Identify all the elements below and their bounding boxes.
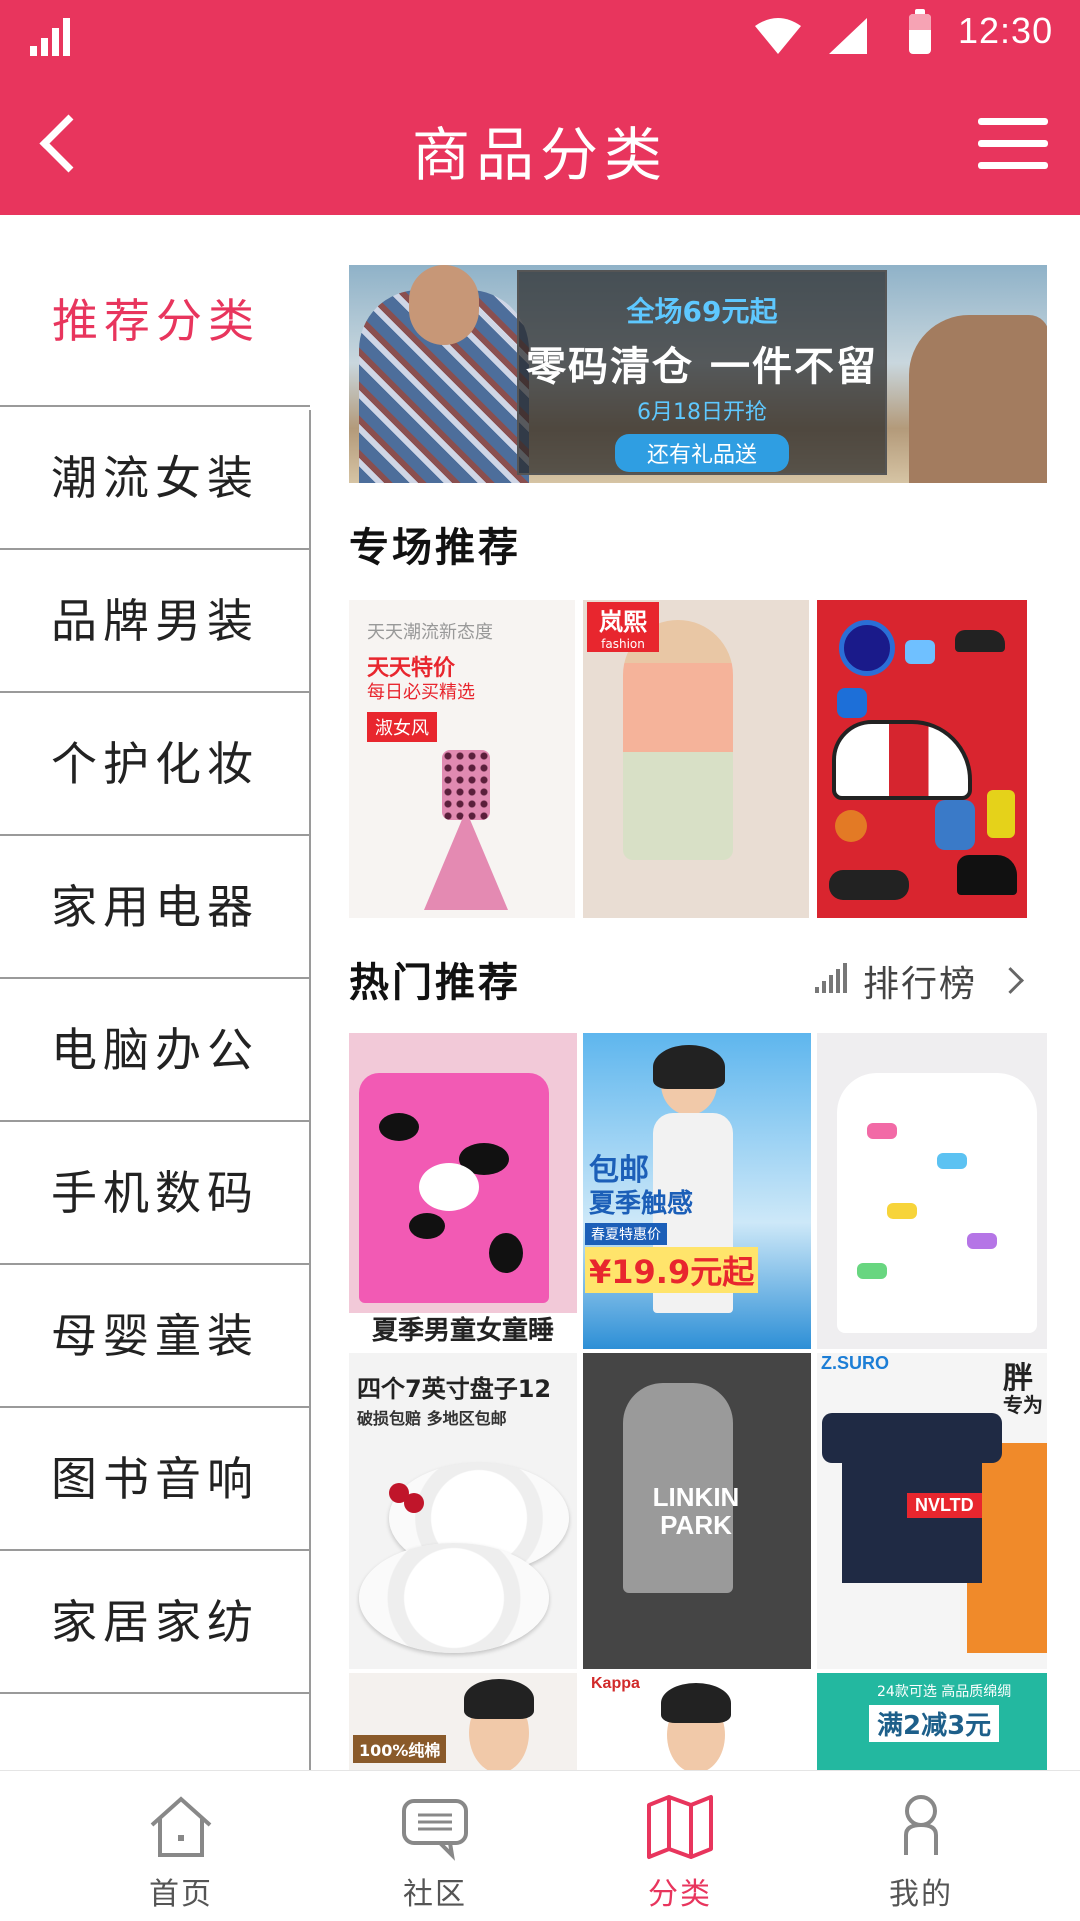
dress-image xyxy=(424,750,508,910)
banner-badge: 还有礼品送 xyxy=(614,434,789,472)
promo-banner[interactable]: 全场69元起 零码清仓 一件不留 6月18日开抢 还有礼品送 xyxy=(349,265,1047,483)
chat-icon xyxy=(402,1799,468,1861)
sidebar-item[interactable]: 家用电器 xyxy=(0,834,310,977)
sidebar-item[interactable]: 手机数码 xyxy=(0,1120,310,1263)
banner-text-panel: 全场69元起 零码清仓 一件不留 6月18日开抢 还有礼品送 xyxy=(517,270,887,475)
sidebar-item[interactable]: 品牌男装 xyxy=(0,548,310,691)
status-bar: 12:30 xyxy=(0,0,1080,72)
hot-tile-promo[interactable]: 24款可选 高品质绵绸 满2减3元 xyxy=(817,1673,1047,1770)
category-sidebar: 推荐分类 潮流女装 品牌男装 个护化妆 家用电器 电脑办公 手机数码 母婴童装 … xyxy=(0,215,312,1770)
wifi-icon xyxy=(755,18,801,54)
sidebar-item[interactable]: 潮流女装 xyxy=(0,405,310,548)
hot-tile-bow-top[interactable] xyxy=(817,1033,1047,1349)
tab-home[interactable]: 首页 xyxy=(46,1771,316,1921)
map-icon xyxy=(647,1795,713,1859)
watch-image xyxy=(839,620,895,676)
bottom-nav: 首页 社区 分类 我的 xyxy=(0,1770,1080,1921)
app-header: 12:30 商品分类 xyxy=(0,0,1080,215)
hot-tile-kids-pajama[interactable]: 包邮 夏季触感 春夏特惠价 ¥19.9元起 xyxy=(583,1033,811,1349)
tab-home-label: 首页 xyxy=(149,1877,213,1912)
tab-community[interactable]: 社区 xyxy=(300,1771,570,1921)
model-image xyxy=(623,620,733,860)
hot-section-title: 热门推荐 xyxy=(349,960,521,1006)
status-time: 12:30 xyxy=(958,10,1054,51)
menu-icon xyxy=(978,118,1048,125)
tab-profile[interactable]: 我的 xyxy=(786,1771,1056,1921)
hot-tile-tshirt[interactable]: Z.SURO 胖 专为 NVLTD xyxy=(817,1353,1047,1669)
hot-tile-jacket[interactable]: LINKIN PARK xyxy=(583,1353,811,1669)
tab-profile-label: 我的 xyxy=(889,1877,953,1912)
sidebar-item[interactable]: 图书音响 xyxy=(0,1406,310,1549)
hello-kitty-image xyxy=(419,1163,479,1211)
home-icon xyxy=(150,1796,212,1857)
tab-community-label: 社区 xyxy=(403,1877,467,1912)
hot-tile-kappa[interactable]: Kappa xyxy=(583,1673,811,1770)
sidebar-item-partial[interactable] xyxy=(0,1692,310,1770)
signal-icon xyxy=(30,16,74,56)
banner-headline: 全场69元起 xyxy=(626,295,778,328)
sidebar-item[interactable]: 母婴童装 xyxy=(0,1263,310,1406)
special-tile-brand[interactable]: 岚熙 fashion xyxy=(583,600,809,918)
person-icon xyxy=(904,1795,938,1855)
hot-tile-boy[interactable]: 100%纯棉 xyxy=(349,1673,577,1770)
banner-title: 零码清仓 一件不留 xyxy=(526,344,878,390)
sneaker-image xyxy=(832,720,972,800)
special-tile-dress[interactable]: 天天潮流新态度 天天特价 每日必买精选 淑女风 xyxy=(349,600,575,918)
brand-logo: 岚熙 fashion xyxy=(587,602,659,652)
ranking-link[interactable]: 排行榜 xyxy=(815,955,1055,1005)
chevron-right-icon xyxy=(997,967,1024,994)
sidebar-item[interactable]: 个护化妆 xyxy=(0,691,310,834)
special-tile-sports[interactable] xyxy=(817,600,1027,918)
bar-chart-icon xyxy=(815,963,849,993)
ranking-label: 排行榜 xyxy=(863,964,978,1005)
sidebar-item[interactable]: 家居家纺 xyxy=(0,1549,310,1692)
menu-button[interactable] xyxy=(978,118,1048,174)
page-title: 商品分类 xyxy=(411,121,668,189)
hot-tile-pajama[interactable]: 夏季男童女童睡 xyxy=(349,1033,577,1349)
cellular-icon xyxy=(829,18,867,54)
tab-category[interactable]: 分类 xyxy=(545,1771,815,1921)
tab-category-label: 分类 xyxy=(648,1877,712,1912)
sidebar-item[interactable]: 电脑办公 xyxy=(0,977,310,1120)
banner-date: 6月18日开抢 xyxy=(637,400,767,425)
hot-tile-plates[interactable]: 四个7英寸盘子12 破损包赔 多地区包邮 xyxy=(349,1353,577,1669)
battery-icon xyxy=(909,9,931,54)
special-section-title: 专场推荐 xyxy=(349,525,521,571)
sidebar-item-recommended[interactable]: 推荐分类 xyxy=(0,285,312,385)
